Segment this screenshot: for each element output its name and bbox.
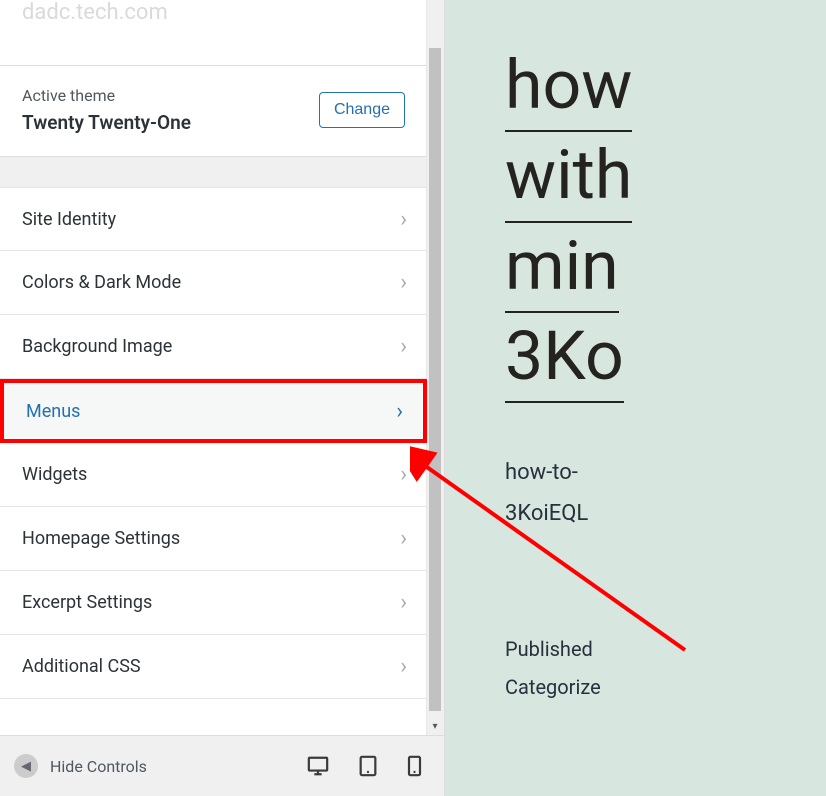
sidebar-footer: ◀ Hide Controls	[0, 735, 444, 796]
menu-item-label: Additional CSS	[22, 656, 141, 677]
published-line: Published	[505, 630, 826, 668]
excerpt-line-2: 3KoiEQL	[505, 494, 826, 535]
chevron-right-icon: ›	[400, 590, 407, 615]
menu-item-site-identity[interactable]: Site Identity ›	[0, 187, 427, 251]
menu-item-additional-css[interactable]: Additional CSS ›	[0, 635, 427, 699]
menu-item-background-image[interactable]: Background Image ›	[0, 315, 427, 379]
menu-item-label: Widgets	[22, 464, 87, 485]
tablet-icon[interactable]	[357, 755, 379, 777]
menu-item-label: Site Identity	[22, 209, 116, 230]
post-title-line-2: with	[505, 132, 632, 222]
menu-item-label: Background Image	[22, 336, 172, 357]
theme-info: Active theme Twenty Twenty-One	[22, 86, 191, 134]
menu-item-label: Homepage Settings	[22, 528, 180, 549]
menu-item-excerpt-settings[interactable]: Excerpt Settings ›	[0, 571, 427, 635]
theme-section: Active theme Twenty Twenty-One Change	[0, 65, 427, 157]
active-theme-label: Active theme	[22, 86, 191, 105]
preview-pane: how with min 3Ko how-to- 3KoiEQL Publish…	[445, 0, 826, 796]
change-theme-button[interactable]: Change	[319, 92, 405, 128]
post-title[interactable]: how with min 3Ko	[505, 42, 826, 403]
mobile-icon[interactable]	[407, 755, 422, 777]
collapse-icon: ◀	[14, 754, 38, 778]
customizer-sidebar: dadc.tech.com Active theme Twenty Twenty…	[0, 0, 445, 796]
post-title-line-4: 3Ko	[505, 313, 624, 403]
scrollbar-thumb[interactable]	[429, 48, 441, 711]
desktop-icon[interactable]	[307, 755, 329, 777]
menu-item-homepage-settings[interactable]: Homepage Settings ›	[0, 507, 427, 571]
menu-item-widgets[interactable]: Widgets ›	[0, 443, 427, 507]
categorized-line: Categorize	[505, 668, 826, 706]
post-excerpt: how-to- 3KoiEQL	[505, 453, 826, 534]
scrollbar-down-arrow[interactable]: ▾	[429, 721, 441, 733]
chevron-right-icon: ›	[400, 462, 407, 487]
chevron-right-icon: ›	[396, 399, 403, 424]
chevron-right-icon: ›	[400, 654, 407, 679]
post-title-line-1: how	[505, 42, 632, 132]
sidebar-scroll: dadc.tech.com Active theme Twenty Twenty…	[0, 0, 444, 735]
post-title-line-3: min	[505, 223, 619, 313]
chevron-right-icon: ›	[400, 207, 407, 232]
device-switcher	[307, 755, 440, 777]
site-title-ghost: dadc.tech.com	[0, 0, 444, 45]
spacer-2	[0, 157, 427, 187]
chevron-right-icon: ›	[400, 334, 407, 359]
hide-controls-label: Hide Controls	[50, 757, 147, 776]
excerpt-line-1: how-to-	[505, 453, 826, 494]
menu-item-label: Excerpt Settings	[22, 592, 152, 613]
post-meta: Published Categorize	[505, 630, 826, 706]
menu-item-menus[interactable]: Menus ›	[0, 379, 427, 443]
customizer-menu-list: Site Identity›Colors & Dark Mode›Backgro…	[0, 187, 427, 699]
menu-item-colors-dark-mode[interactable]: Colors & Dark Mode ›	[0, 251, 427, 315]
menu-item-label: Colors & Dark Mode	[22, 272, 181, 293]
menu-item-label: Menus	[26, 401, 80, 422]
hide-controls-button[interactable]: ◀ Hide Controls	[4, 754, 307, 778]
chevron-right-icon: ›	[400, 270, 407, 295]
active-theme-name: Twenty Twenty-One	[22, 111, 191, 134]
scrollbar[interactable]: ▾	[426, 0, 444, 735]
chevron-right-icon: ›	[400, 526, 407, 551]
